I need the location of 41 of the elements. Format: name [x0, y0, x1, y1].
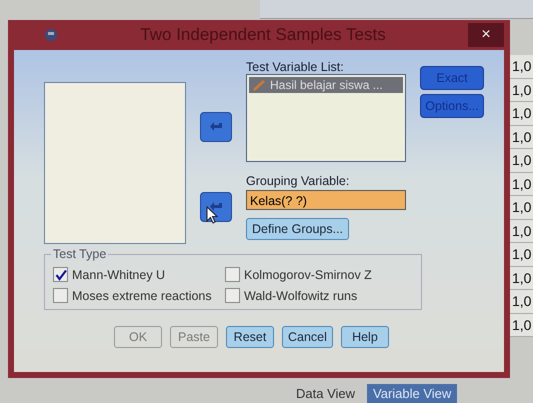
- move-button[interactable]: [200, 192, 232, 222]
- test-variable-list-label: Test Variable List:: [246, 60, 345, 74]
- define-groups-button[interactable]: Define Groups...: [246, 218, 350, 240]
- checkbox-label: Kolmogorov-Smirnov Z: [244, 268, 372, 282]
- grouping-variable-label: Grouping Variable:: [246, 174, 350, 188]
- data-cell: 1,0: [509, 314, 533, 337]
- mouse-pointer-icon: [206, 206, 218, 224]
- source-variable-list[interactable]: [44, 82, 186, 244]
- data-cell: 1,0: [509, 243, 533, 266]
- close-button[interactable]: ×: [468, 23, 504, 47]
- data-cell: 1,0: [509, 149, 533, 172]
- checkbox-label: Moses extreme reactions: [72, 288, 212, 302]
- view-tab[interactable]: Variable View: [367, 384, 458, 403]
- grouping-variable-field[interactable]: Kelas(? ?): [246, 190, 406, 210]
- checkbox[interactable]: [225, 288, 240, 303]
- data-cell: 1,0: [509, 220, 533, 243]
- group-title: Test Type: [51, 247, 108, 261]
- arrow-icon: [209, 121, 223, 133]
- dialog-button[interactable]: Help: [340, 326, 389, 348]
- data-cell: 1,0: [509, 196, 533, 220]
- checkbox[interactable]: [225, 267, 240, 282]
- data-cell: 1,0: [509, 126, 533, 149]
- data-cell: 1,0: [509, 290, 533, 314]
- dialog-button[interactable]: Cancel: [282, 326, 333, 348]
- checkbox-label: Mann-Whitney U: [72, 268, 166, 282]
- app-icon: [44, 28, 58, 42]
- data-cell: 1,0: [509, 266, 533, 290]
- window-title: Two Independent Samples Tests: [139, 25, 387, 45]
- view-tab[interactable]: Data View: [290, 384, 362, 403]
- dialog-button[interactable]: Reset: [226, 326, 274, 348]
- test-variable-list[interactable]: Hasil belajar siswa ...: [246, 74, 406, 162]
- ruler-icon: [252, 79, 266, 91]
- checkbox[interactable]: [53, 267, 68, 282]
- checkbox-label: Wald-Wolfowitz runs: [244, 288, 358, 302]
- data-cell: 1,0: [509, 55, 533, 78]
- list-item[interactable]: Hasil belajar siswa ...: [249, 77, 403, 93]
- data-cell: 1,0: [509, 78, 533, 102]
- checkbox[interactable]: [53, 288, 68, 303]
- data-cell: 1,0: [509, 102, 533, 126]
- data-cell: 1,0: [509, 172, 533, 196]
- arrow-icon: [209, 201, 223, 213]
